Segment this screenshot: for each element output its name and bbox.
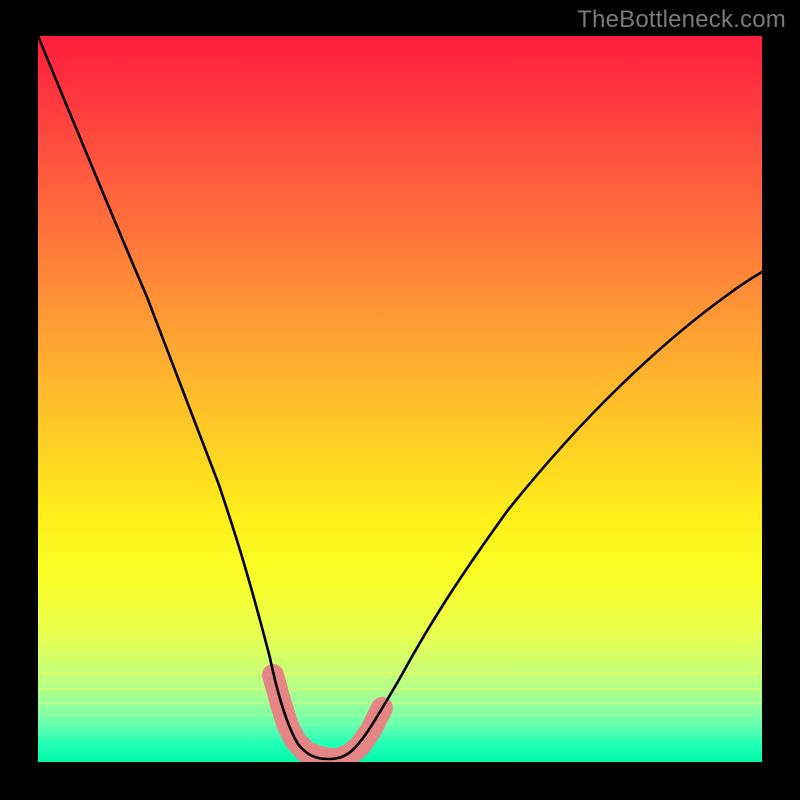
curve-layer	[38, 36, 762, 762]
watermark-label: TheBottleneck.com	[577, 6, 786, 34]
plot-area	[38, 36, 762, 762]
bottleneck-curve-path	[38, 36, 762, 759]
chart-frame: TheBottleneck.com	[0, 0, 800, 800]
optimal-highlight-path	[273, 675, 382, 759]
